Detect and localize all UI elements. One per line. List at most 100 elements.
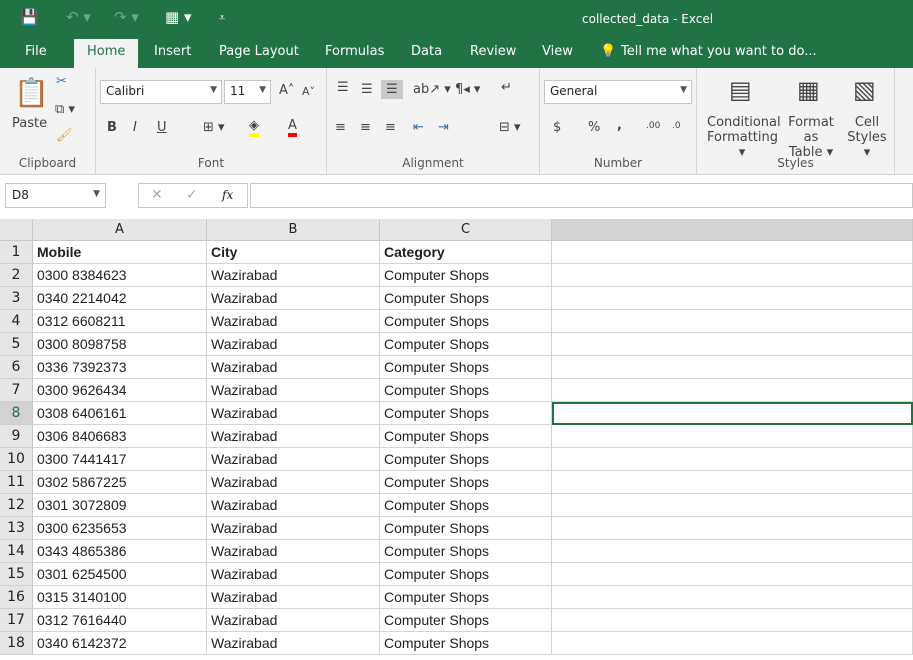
conditional-formatting-button[interactable]: Conditional Formatting ▾ [707, 115, 781, 160]
cell[interactable] [552, 333, 913, 356]
borders-icon[interactable]: ⊞ ▾ [203, 120, 225, 135]
italic-button[interactable]: I [133, 120, 137, 135]
cell[interactable] [552, 379, 913, 402]
cell-styles-icon[interactable]: ▧ [853, 76, 876, 104]
copy-icon[interactable]: ⧉ ▾ [55, 102, 75, 117]
tab-file[interactable]: File [25, 44, 47, 59]
cell[interactable]: Computer Shops [380, 379, 552, 402]
name-box[interactable]: D8 ▼ [5, 183, 106, 208]
cell[interactable]: 0343 4865386 [33, 540, 207, 563]
cell[interactable]: Computer Shops [380, 287, 552, 310]
cell[interactable]: Wazirabad [207, 448, 380, 471]
cell[interactable]: Computer Shops [380, 517, 552, 540]
cell[interactable]: Computer Shops [380, 609, 552, 632]
cell[interactable]: Computer Shops [380, 471, 552, 494]
cell[interactable]: Computer Shops [380, 540, 552, 563]
row-header[interactable]: 2 [0, 264, 33, 287]
align-left-icon[interactable]: ≡ [335, 120, 346, 135]
column-header-b[interactable]: B [207, 219, 380, 241]
tab-insert[interactable]: Insert [154, 44, 191, 59]
increase-decimal-icon[interactable]: .00 [646, 121, 660, 131]
cell[interactable]: Computer Shops [380, 264, 552, 287]
row-header[interactable]: 3 [0, 287, 33, 310]
decrease-font-icon[interactable]: A˅ [302, 85, 315, 98]
cell[interactable]: Computer Shops [380, 448, 552, 471]
cell[interactable]: 0300 6235653 [33, 517, 207, 540]
align-right-icon[interactable]: ≡ [385, 120, 396, 135]
cell[interactable]: Wazirabad [207, 333, 380, 356]
cell[interactable] [552, 563, 913, 586]
cell[interactable] [552, 287, 913, 310]
form-icon[interactable]: ▦ ▾ [165, 8, 191, 26]
cell[interactable]: 0308 6406161 [33, 402, 207, 425]
customize-toolbar-icon[interactable]: ⩡ [219, 11, 225, 25]
orientation-icon[interactable]: ab↗ ▾ [413, 82, 451, 97]
row-header[interactable]: 9 [0, 425, 33, 448]
row-header[interactable]: 6 [0, 356, 33, 379]
row-header[interactable]: 18 [0, 632, 33, 655]
cell[interactable]: 0300 8384623 [33, 264, 207, 287]
cell[interactable]: Wazirabad [207, 609, 380, 632]
cell[interactable]: Computer Shops [380, 563, 552, 586]
paste-button[interactable]: Paste [12, 116, 47, 131]
tab-home[interactable]: Home [74, 39, 139, 68]
cell[interactable]: Wazirabad [207, 287, 380, 310]
wrap-text-icon[interactable]: ↵ [501, 80, 512, 95]
text-direction-icon[interactable]: ¶◂ ▾ [455, 82, 480, 97]
row-header[interactable]: 16 [0, 586, 33, 609]
cell[interactable]: Wazirabad [207, 540, 380, 563]
cell-styles-button[interactable]: Cell Styles ▾ [842, 115, 892, 160]
bold-button[interactable]: B [107, 120, 117, 135]
cell[interactable] [552, 471, 913, 494]
increase-font-icon[interactable]: A˄ [279, 83, 294, 98]
cell[interactable]: Wazirabad [207, 379, 380, 402]
cell[interactable]: Computer Shops [380, 402, 552, 425]
row-header[interactable]: 15 [0, 563, 33, 586]
cell[interactable]: Wazirabad [207, 356, 380, 379]
insert-function-button[interactable]: fx [222, 188, 233, 202]
cancel-icon[interactable]: ✕ [151, 187, 163, 203]
cell[interactable]: Computer Shops [380, 632, 552, 655]
cell[interactable]: Wazirabad [207, 425, 380, 448]
cell[interactable]: 0300 9626434 [33, 379, 207, 402]
conditional-formatting-icon[interactable]: ▤ [729, 76, 752, 104]
cell[interactable]: Computer Shops [380, 425, 552, 448]
cell[interactable]: Computer Shops [380, 356, 552, 379]
cell[interactable] [552, 586, 913, 609]
cell[interactable]: Wazirabad [207, 517, 380, 540]
row-header[interactable]: 14 [0, 540, 33, 563]
font-size-select[interactable]: 11 ▼ [224, 80, 271, 104]
percent-button[interactable]: % [588, 120, 600, 135]
row-header[interactable]: 17 [0, 609, 33, 632]
cell[interactable]: Wazirabad [207, 563, 380, 586]
cell[interactable]: 0300 7441417 [33, 448, 207, 471]
tab-page-layout[interactable]: Page Layout [219, 44, 299, 59]
cell[interactable]: Wazirabad [207, 632, 380, 655]
cut-icon[interactable]: ✂ [56, 74, 67, 89]
cell[interactable]: Mobile [33, 241, 207, 264]
row-header[interactable]: 1 [0, 241, 33, 264]
currency-button[interactable]: $ [553, 120, 561, 135]
cell[interactable] [552, 425, 913, 448]
underline-button[interactable]: U [157, 120, 167, 135]
cell[interactable]: 0300 8098758 [33, 333, 207, 356]
row-header[interactable]: 5 [0, 333, 33, 356]
font-color-icon[interactable]: A [288, 118, 297, 137]
cell[interactable]: 0315 3140100 [33, 586, 207, 609]
format-as-table-button[interactable]: Format as Table ▾ [781, 115, 841, 160]
cell[interactable]: Wazirabad [207, 586, 380, 609]
row-header[interactable]: 7 [0, 379, 33, 402]
row-header[interactable]: 4 [0, 310, 33, 333]
cell[interactable]: Category [380, 241, 552, 264]
cell[interactable]: 0312 7616440 [33, 609, 207, 632]
number-format-select[interactable]: General ▼ [544, 80, 692, 104]
enter-icon[interactable]: ✓ [186, 187, 198, 203]
align-center-icon[interactable]: ≡ [360, 120, 371, 135]
cell[interactable]: 0336 7392373 [33, 356, 207, 379]
cell[interactable] [552, 264, 913, 287]
column-header-d[interactable] [552, 219, 913, 241]
select-all-button[interactable] [0, 219, 33, 241]
cell[interactable] [552, 402, 913, 425]
row-header[interactable]: 8 [0, 402, 33, 425]
cell[interactable]: City [207, 241, 380, 264]
